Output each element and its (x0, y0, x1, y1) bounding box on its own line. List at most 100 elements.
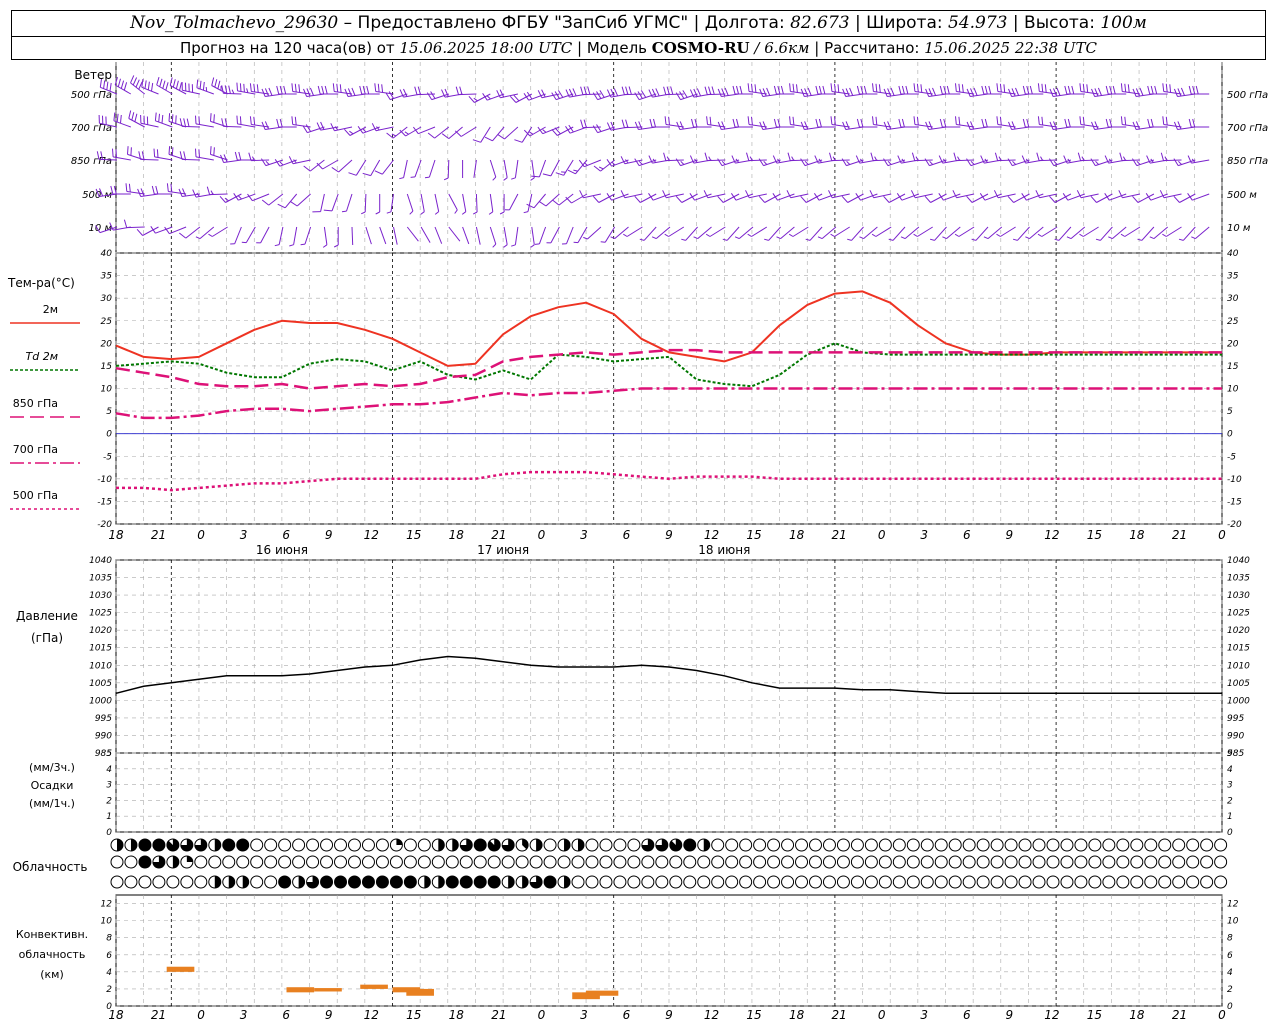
cloud-cover-symbol (264, 838, 278, 852)
wind-barb-feather (128, 110, 132, 119)
wind-barb (261, 87, 283, 97)
wind-barb (938, 155, 961, 164)
wind-barb-feather (913, 233, 918, 237)
wind-barb-feather (541, 89, 546, 98)
cloud-cover-symbol (487, 855, 501, 869)
wind-barb (379, 226, 387, 245)
wind-barb-feather (664, 116, 667, 125)
temp-legend-label: 850 гПа (13, 397, 58, 410)
wind-barb (897, 155, 919, 164)
cloud-cover-symbol (711, 875, 725, 889)
wind-barb-shaft (169, 226, 187, 235)
wind-barb-feather (542, 173, 552, 177)
wind-barb-feather (804, 160, 809, 165)
wind-barb (772, 155, 795, 164)
cloud-cover-symbol (976, 855, 990, 869)
wind-barb-shaft (531, 159, 535, 178)
wind-barb-feather (981, 85, 985, 95)
cloud-cover-symbol (250, 875, 264, 889)
wind-barb (164, 226, 187, 235)
cloud-cover-symbol (613, 855, 627, 869)
wind-barb (925, 87, 947, 97)
wind-level-label: 700 гПа (1227, 123, 1268, 134)
wind-barb-feather (815, 85, 819, 95)
cloud-cover-symbol (920, 855, 934, 869)
cloud-cover-fill (390, 876, 403, 888)
precip-y-tick-label: 4 (106, 765, 112, 775)
wind-barb (420, 226, 431, 243)
wind-barb (911, 152, 933, 162)
wind-barb-feather (1037, 116, 1040, 125)
wind-barb (206, 186, 228, 196)
wind-barb-feather (1015, 87, 1020, 96)
wind-barb-feather (217, 80, 221, 89)
cloud-cover-symbol (403, 855, 417, 869)
cloud-cover-symbol (250, 855, 264, 869)
wind-barb-feather (238, 195, 242, 200)
wind-barb (276, 85, 297, 95)
cloud-cover-fill (508, 876, 515, 888)
hour-tick-label: 18 (789, 1008, 805, 1022)
wind-barb-feather (468, 95, 475, 103)
wind-barb-feather (717, 195, 724, 203)
wind-barb-feather (999, 83, 1002, 93)
wind-barb-feather (155, 185, 159, 195)
wind-barb (759, 87, 781, 97)
cloud-cover-fill (138, 856, 151, 868)
wind-barb (468, 93, 491, 103)
cloud-cover-symbol (822, 838, 836, 852)
convective-cloud-bar (314, 988, 342, 992)
wind-barb-feather (175, 115, 177, 124)
cloud-cover-symbol (138, 875, 152, 889)
wind-barb-feather (705, 233, 711, 237)
wind-barb (842, 87, 864, 97)
cloud-cover-symbol (375, 855, 389, 869)
wind-barb (745, 190, 767, 199)
cloud-cover-symbol (697, 855, 711, 869)
temp-y-tick-label: 20 (101, 339, 113, 349)
wind-barb-feather (206, 186, 211, 195)
wind-barb-shaft (958, 226, 975, 237)
wind-barb (828, 190, 850, 199)
press-y-tick-label: 1000 (1227, 696, 1250, 706)
wind-barb (393, 226, 398, 245)
wind-barb-feather (362, 128, 367, 133)
wind-barb-shaft (114, 84, 132, 95)
wind-barb-feather (473, 97, 478, 102)
wind-barb (830, 116, 850, 128)
wind-barb-feather (773, 118, 777, 128)
wind-barb-feather (112, 148, 114, 157)
wind-barb-feather (144, 80, 147, 89)
cloud-cover-symbol (1130, 838, 1144, 852)
wind-barb-shaft (707, 159, 726, 162)
wind-barb-feather (499, 89, 505, 98)
cloud-cover-symbol (906, 875, 920, 889)
wind-barb-feather (1003, 84, 1006, 93)
cloud-cover-fill (152, 839, 165, 851)
wind-barb-feather (822, 85, 826, 95)
wind-barb-feather (1095, 238, 1101, 241)
wind-barb (192, 189, 214, 198)
wind-barb (869, 190, 892, 199)
wind-barb-shaft (370, 159, 381, 176)
wind-barb-feather (1007, 195, 1014, 203)
precip-y-tick-label: 2 (106, 796, 112, 806)
cloud-cover-symbol (1144, 855, 1158, 869)
wind-barb-feather (274, 244, 280, 247)
hour-tick-label: 6 (623, 1008, 631, 1022)
wind-barb-feather (156, 149, 159, 158)
cloud-cover-fill (228, 876, 235, 888)
temp-panel-title: Тем-ра(°C) (7, 276, 75, 290)
wind-barb-feather (339, 84, 342, 93)
wind-barb-feather (1037, 233, 1043, 237)
wind-barb-feather (1094, 88, 1099, 97)
wind-barb-feather (637, 91, 643, 99)
wind-barb (1120, 116, 1141, 128)
wind-barb-feather (1147, 118, 1151, 128)
wind-barb-feather (704, 86, 708, 95)
wind-barb-feather (1145, 193, 1152, 201)
wind-barb-feather (1137, 238, 1142, 241)
cloud-cover-symbol (585, 838, 599, 852)
press-y-tick-label: 1020 (1227, 626, 1250, 636)
wind-barb (448, 226, 461, 242)
